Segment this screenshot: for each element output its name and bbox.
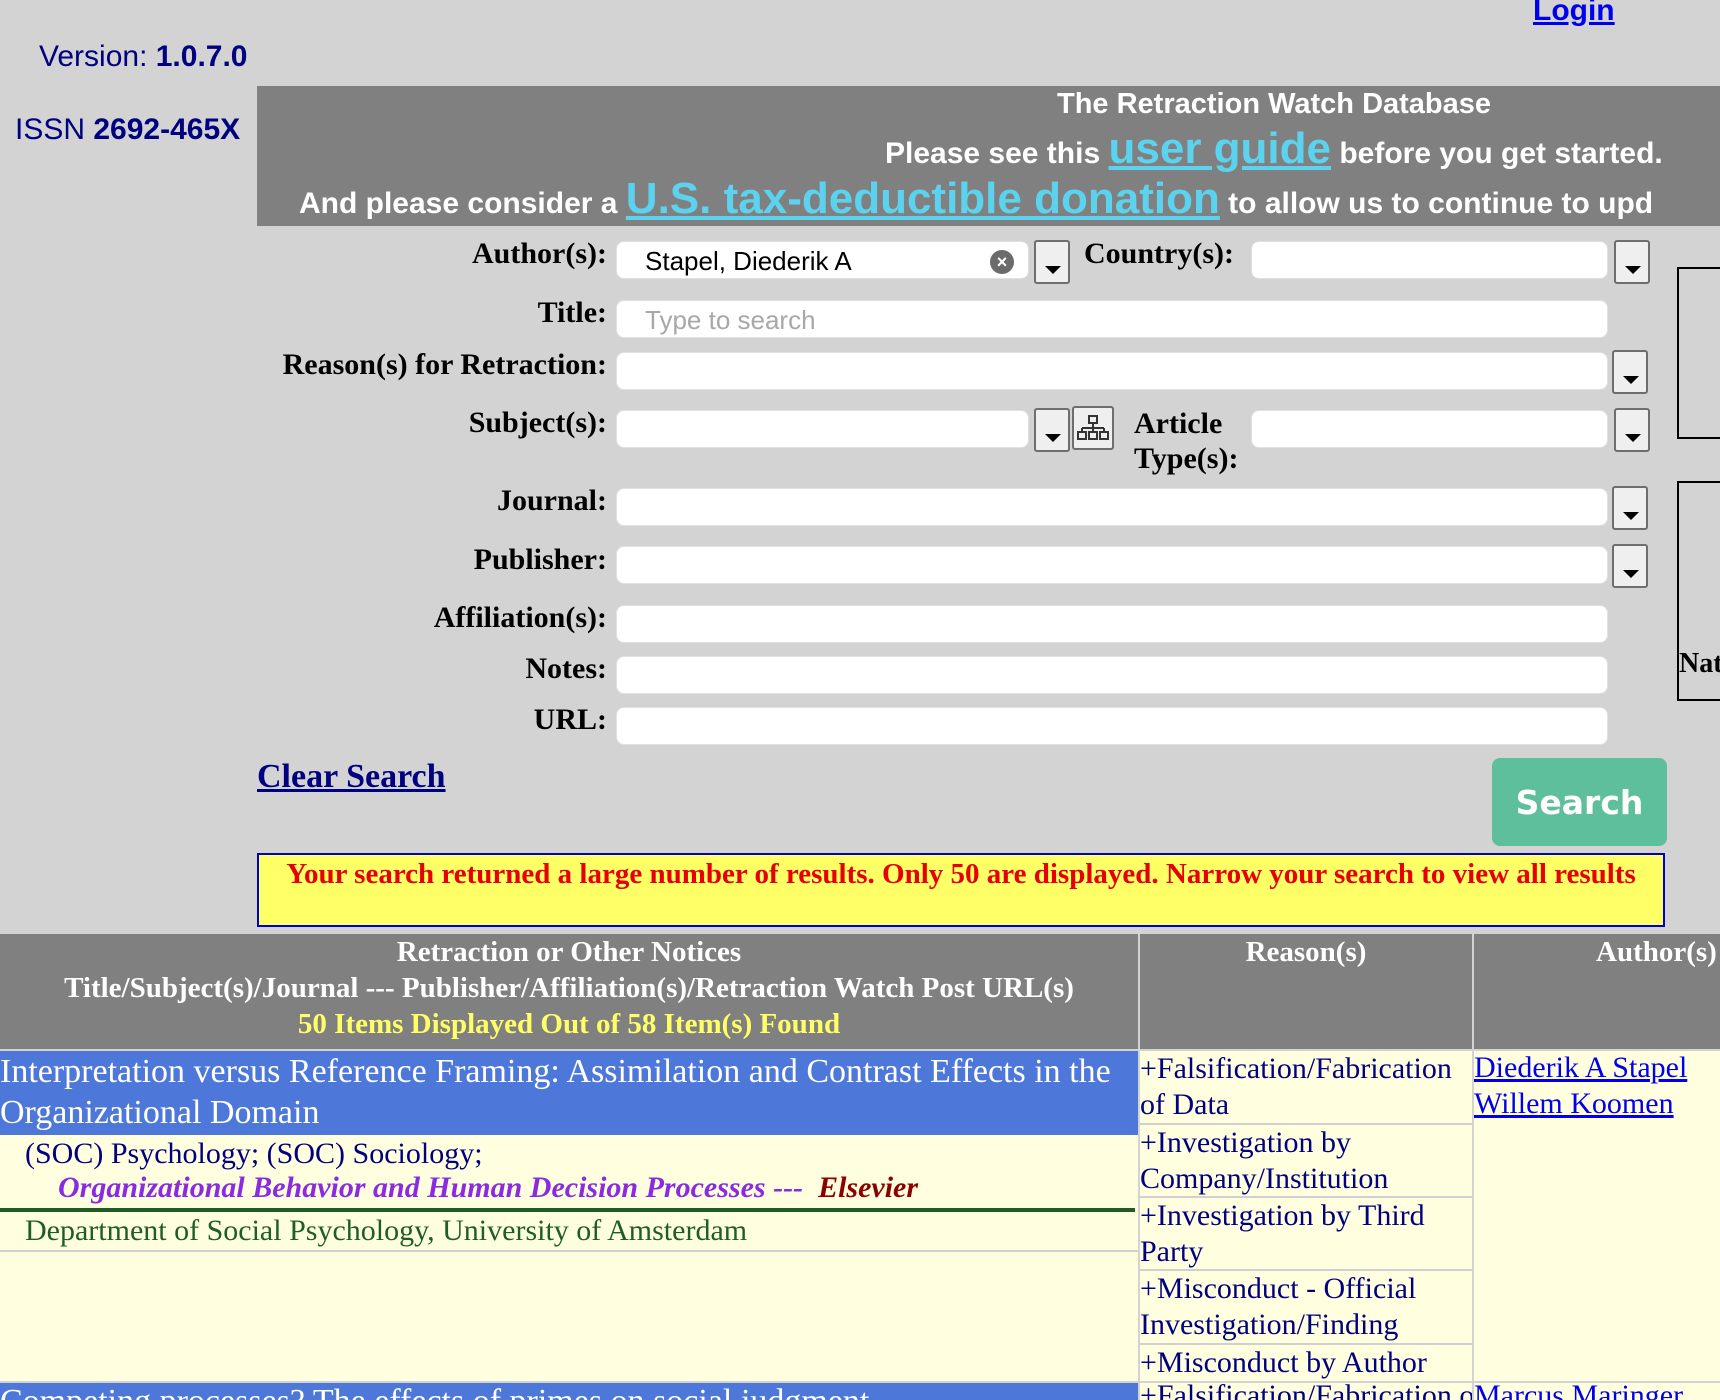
banner-title: The Retraction Watch Database: [1057, 88, 1492, 120]
result-title-link[interactable]: Competing processes? The effects of prim…: [0, 1383, 1138, 1400]
right-panel-box-1: [1677, 267, 1720, 439]
author-value: Stapel, Diederik A: [645, 246, 852, 276]
results-warning: Your search returned a large number of r…: [257, 853, 1665, 927]
reason-item[interactable]: +Misconduct by Author: [1140, 1345, 1472, 1381]
journal-dropdown-button[interactable]: [1612, 486, 1648, 530]
clear-icon[interactable]: ×: [990, 250, 1014, 274]
title-field[interactable]: Type to search: [616, 300, 1608, 338]
article-type-field[interactable]: [1251, 410, 1608, 448]
article-type-label-line2: Type(s):: [1134, 442, 1239, 475]
issn-caption: ISSN: [15, 113, 86, 146]
version-number: 1.0.7.0: [155, 40, 248, 73]
article-type-dropdown-button[interactable]: [1614, 408, 1650, 452]
title-label: Title:: [537, 296, 607, 329]
subject-field[interactable]: [616, 410, 1029, 448]
issn-number: 2692-465X: [93, 113, 241, 146]
result-journal-line: Organizational Behavior and Human Decisi…: [58, 1171, 918, 1205]
result-subjects: (SOC) Psychology; (SOC) Sociology;: [25, 1137, 483, 1170]
notes-label: Notes:: [525, 652, 607, 685]
banner-guide-line: Please see this user guide before you ge…: [885, 124, 1663, 174]
version-label: Version: 1.0.7.0: [39, 40, 248, 74]
right-panel-text: Nat: [1679, 648, 1720, 679]
journal-field[interactable]: [616, 488, 1608, 526]
header-reasons-label: Reason(s): [1245, 936, 1367, 968]
reason-field[interactable]: [616, 352, 1608, 390]
author-dropdown-button[interactable]: [1034, 240, 1070, 284]
reason-item[interactable]: +Falsification/Fabrication of Data: [1140, 1051, 1472, 1125]
donate-post-text: to allow us to continue to upd: [1228, 187, 1654, 220]
journal-publisher-separator: ---: [773, 1171, 804, 1204]
donation-link[interactable]: U.S. tax-deductible donation: [626, 174, 1220, 223]
divider: [0, 1208, 1135, 1212]
subject-dropdown-button[interactable]: [1034, 408, 1070, 452]
publisher-field[interactable]: [616, 546, 1608, 584]
header-banner: The Retraction Watch Database Please see…: [257, 86, 1720, 226]
subject-label: Subject(s):: [468, 406, 607, 439]
notes-field[interactable]: [616, 656, 1608, 694]
affiliation-label: Affiliation(s):: [433, 601, 607, 634]
article-type-label-line1: Article: [1134, 407, 1223, 440]
user-guide-link[interactable]: user guide: [1109, 124, 1332, 173]
article-type-label: Article Type(s):: [1134, 406, 1238, 476]
result-publisher: Elsevier: [818, 1171, 919, 1204]
header-authors-label: Author(s): [1596, 936, 1717, 968]
publisher-label: Publisher:: [473, 543, 607, 576]
result-title-link[interactable]: Interpretation versus Reference Framing:…: [0, 1051, 1138, 1135]
author-link[interactable]: Willem Koomen: [1474, 1087, 1674, 1121]
affiliation-field[interactable]: [616, 605, 1608, 643]
banner-donate-line: And please consider a U.S. tax-deductibl…: [299, 174, 1653, 224]
issn-label: ISSN 2692-465X: [15, 113, 240, 147]
divider: [0, 1250, 1138, 1252]
guide-post-text: before you get started.: [1339, 137, 1663, 170]
header-notices-line2: Title/Subject(s)/Journal --- Publisher/A…: [64, 972, 1074, 1004]
author-link[interactable]: Marcus Maringer: [1474, 1383, 1683, 1400]
author-label: Author(s):: [472, 237, 607, 270]
clear-search-link[interactable]: Clear Search: [257, 758, 446, 796]
reason-item[interactable]: +Investigation by Company/Institution: [1140, 1125, 1472, 1198]
donate-pre-text: And please consider a: [299, 187, 618, 220]
version-caption: Version:: [39, 40, 148, 73]
reason-label: Reason(s) for Retraction:: [282, 348, 607, 381]
search-button[interactable]: Search: [1492, 758, 1667, 846]
result-title-text: Competing processes? The effects of prim…: [0, 1383, 869, 1400]
result-authors: Marcus Maringer: [1474, 1383, 1720, 1400]
reason-item[interactable]: +Falsification/Fabrication of Data: [1140, 1383, 1472, 1400]
items-found-count: 50 Items Displayed Out of 58 Item(s) Fou…: [297, 1008, 841, 1040]
result-reasons: +Falsification/Fabrication of Data +Inve…: [1140, 1051, 1472, 1381]
reason-dropdown-button[interactable]: [1612, 350, 1648, 394]
reason-item[interactable]: +Misconduct - Official Investigation/Fin…: [1140, 1271, 1472, 1345]
reason-item[interactable]: +Investigation by Third Party: [1140, 1198, 1472, 1271]
table-header-reasons: Reason(s): [1140, 934, 1472, 1049]
result-reasons: +Falsification/Fabrication of Data: [1140, 1383, 1472, 1400]
table-header-authors: Author(s): [1474, 934, 1720, 1049]
country-label: Country(s):: [1084, 237, 1234, 270]
country-dropdown-button[interactable]: [1614, 240, 1650, 284]
publisher-dropdown-button[interactable]: [1612, 544, 1648, 588]
guide-pre-text: Please see this: [885, 137, 1101, 170]
url-label: URL:: [533, 703, 607, 736]
hierarchy-icon: [1077, 415, 1109, 440]
country-field[interactable]: [1251, 241, 1608, 279]
right-panel-box-2: Nat: [1677, 481, 1720, 701]
result-journal: Organizational Behavior and Human Decisi…: [58, 1171, 766, 1204]
journal-label: Journal:: [496, 484, 607, 517]
table-header-notices: Retraction or Other Notices Title/Subjec…: [0, 934, 1138, 1049]
header-notices-line1: Retraction or Other Notices: [396, 936, 742, 968]
result-affiliation: Department of Social Psychology, Univers…: [25, 1214, 748, 1247]
author-field[interactable]: Stapel, Diederik A ×: [616, 241, 1029, 279]
url-field[interactable]: [616, 707, 1608, 745]
result-authors: Diederik A Stapel Willem Koomen: [1474, 1051, 1720, 1381]
login-link[interactable]: Login: [1533, 0, 1615, 28]
author-link[interactable]: Diederik A Stapel: [1474, 1051, 1687, 1085]
subject-tree-button[interactable]: [1072, 406, 1114, 450]
